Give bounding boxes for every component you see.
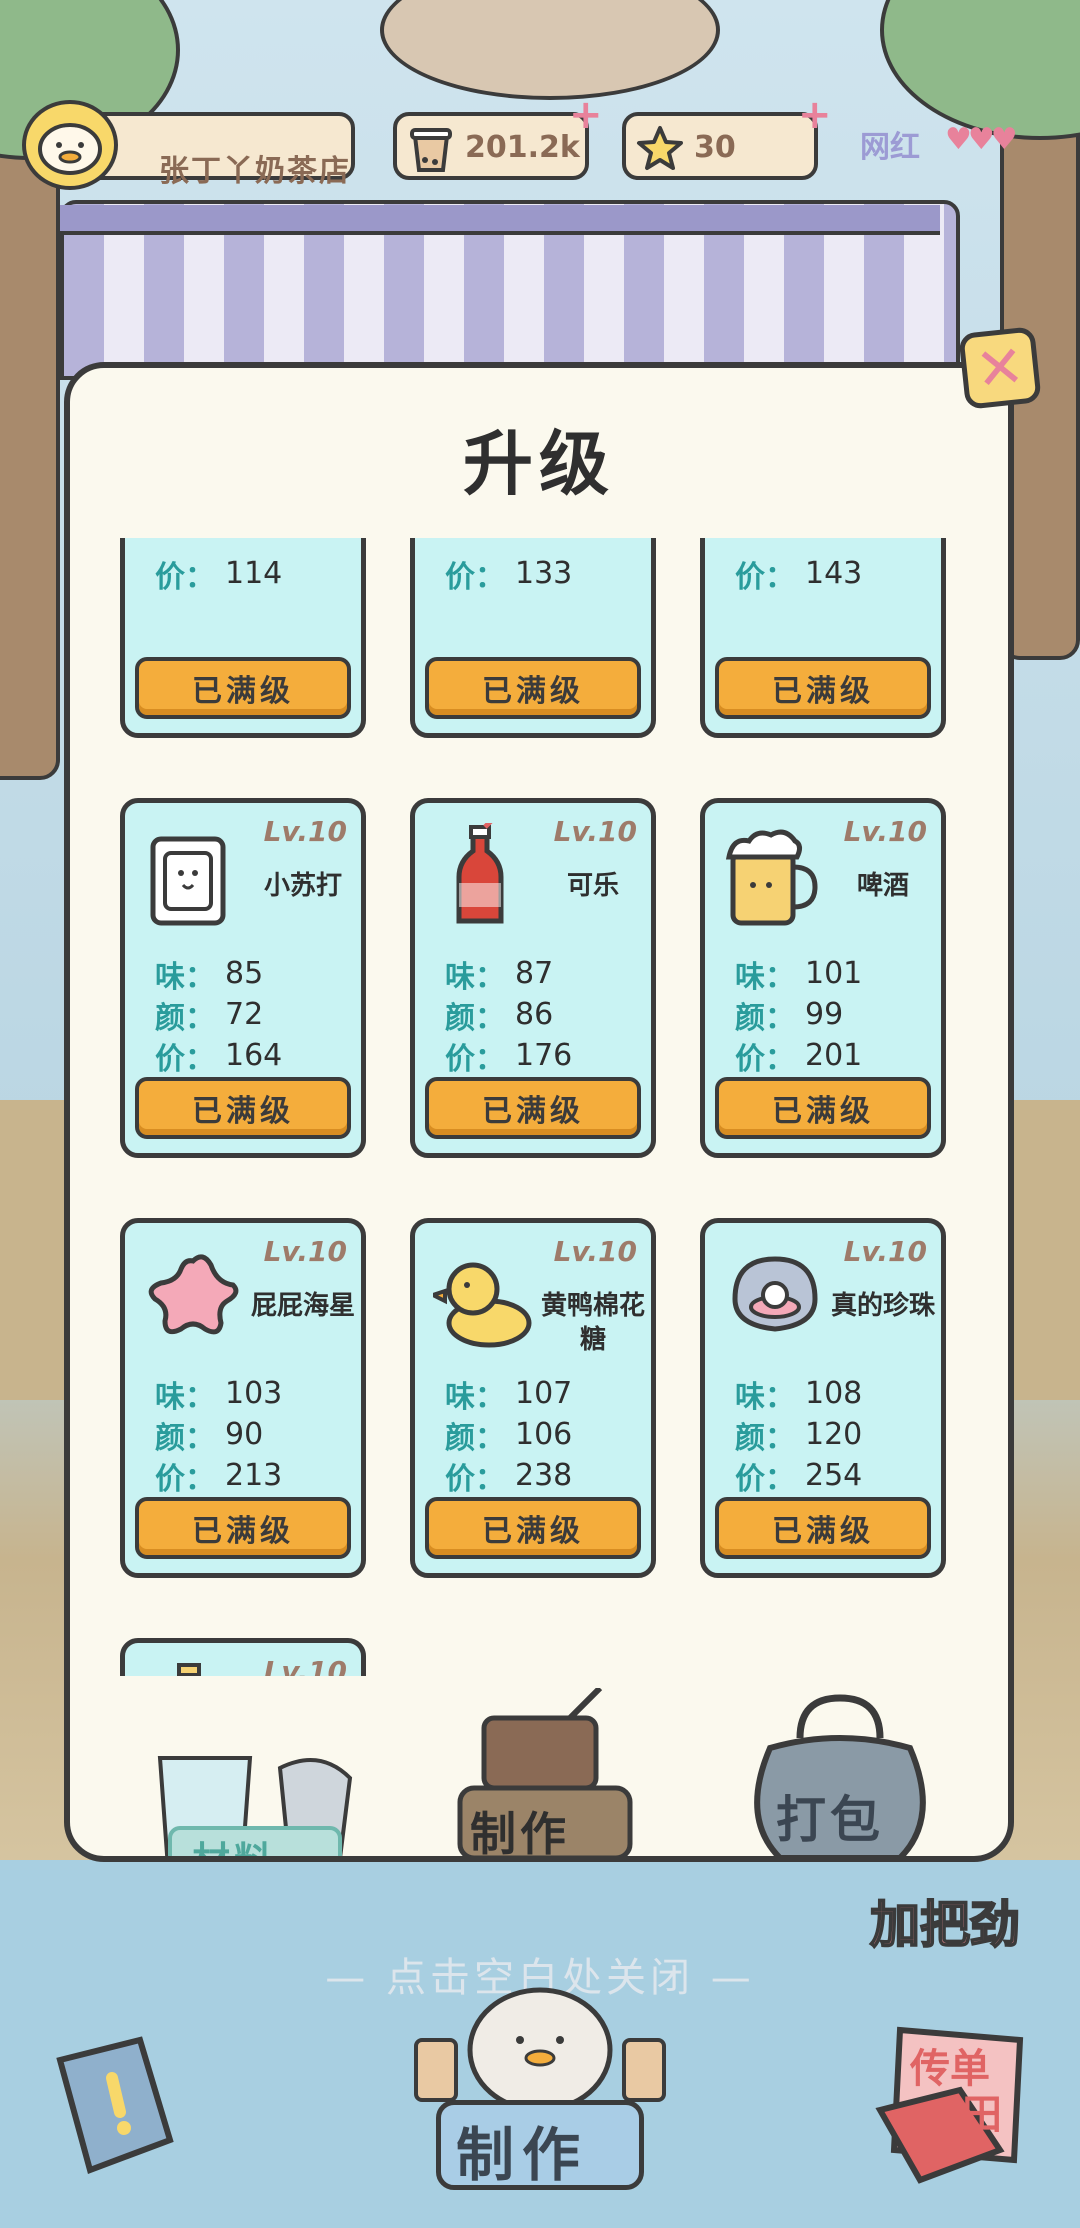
card-name: 可乐 xyxy=(566,871,619,901)
fame-label: 网红 xyxy=(860,130,920,165)
shop-name: 张丁丫奶茶店 xyxy=(159,154,351,189)
card-name: 屁屁海星 xyxy=(250,1291,355,1321)
top-bar: 张丁丫奶茶店 201.2k + 30 + 网红 ♥♥♥ xyxy=(0,95,1080,190)
tab-pack-label: 打包 xyxy=(776,1791,884,1849)
card-level: Lv.10 xyxy=(263,1655,347,1676)
beer-mug-icon xyxy=(723,823,823,933)
upgrade-card-bule: Lv.10 不乐 xyxy=(120,1638,366,1676)
stat-price: 价： 254 xyxy=(735,1458,863,1497)
make-nav-label: 制作 xyxy=(456,2121,589,2189)
baking-soda-icon xyxy=(143,823,243,933)
stat-price: 价： 176 xyxy=(445,1038,573,1077)
card-name: 啤酒 xyxy=(856,871,909,901)
stat-price: 价： 201 xyxy=(735,1038,863,1077)
stat-price: 价： 164 xyxy=(155,1038,283,1077)
stat-looks: 颜： 72 xyxy=(155,997,264,1036)
max-level-button[interactable]: 已满级 xyxy=(715,1077,931,1139)
jiayou-label: 加把劲 xyxy=(869,1895,1021,1955)
shop-avatar[interactable] xyxy=(22,100,118,190)
tea-currency-value: 201.2k xyxy=(465,130,580,165)
upgrade-card-cola: Lv.10 可乐 味： 87 颜： 86 价： 176 已满级 xyxy=(410,798,656,1158)
flyer-button[interactable]: 传单 田 xyxy=(870,2020,1040,2190)
stat-taste: 味： 101 xyxy=(735,956,863,995)
max-level-button[interactable]: 已满级 xyxy=(425,1077,641,1139)
stat-taste: 味： 85 xyxy=(155,956,264,995)
tab-pack[interactable]: 打包 xyxy=(740,1688,940,1856)
upgrade-grid-scroll[interactable]: 价： 114 已满级 价： 133 已满级 价： 143 已满级 Lv.10 小苏打 … xyxy=(120,538,970,1676)
tea-currency-pill[interactable]: 201.2k + xyxy=(393,95,603,180)
close-icon[interactable]: ✕ xyxy=(958,326,1042,410)
card-level: Lv.10 xyxy=(843,815,927,848)
card-level: Lv.10 xyxy=(553,1235,637,1268)
pearl-shell-icon xyxy=(723,1243,823,1353)
add-tea-icon[interactable]: + xyxy=(569,95,603,135)
upgrade-card-starfish: Lv.10 屁屁海星 味： 103 颜： 90 价： 213 已满级 xyxy=(120,1218,366,1578)
star-currency-pill[interactable]: 30 + xyxy=(622,95,832,180)
upgrade-card-beer: Lv.10 啤酒 味： 101 颜： 99 价： 201 已满级 xyxy=(700,798,946,1158)
duck-marshmallow-icon xyxy=(427,1243,533,1353)
starfish-icon xyxy=(143,1243,243,1353)
upgrade-card: 价： 114 已满级 xyxy=(120,538,366,738)
tab-materials[interactable]: 材料 xyxy=(140,1738,380,1862)
stat-looks: 颜： 99 xyxy=(735,997,844,1036)
stat-price: 价： 133 xyxy=(445,556,573,595)
max-level-button[interactable]: 已满级 xyxy=(715,657,931,719)
stat-looks: 颜： 90 xyxy=(155,1417,264,1456)
card-name: 真的珍珠 xyxy=(830,1291,935,1321)
upgrade-card: 价： 143 已满级 xyxy=(700,538,946,738)
quest-book-button[interactable] xyxy=(40,2030,190,2180)
stat-taste: 味： 103 xyxy=(155,1376,283,1415)
tab-materials-label: 材料 xyxy=(192,1839,277,1862)
stat-price: 价： 114 xyxy=(155,556,283,595)
upgrade-card-baking-soda: Lv.10 小苏打 味： 85 颜： 72 价： 164 已满级 xyxy=(120,798,366,1158)
card-name: 黄鸭棉花糖 xyxy=(540,1291,645,1355)
upgrade-card-duck-marshmallow: Lv.10 黄鸭棉花糖 味： 107 颜： 106 价： 238 已满级 xyxy=(410,1218,656,1578)
chef-character-icon xyxy=(414,1987,666,2113)
shop-roof xyxy=(380,0,720,100)
stat-taste: 味： 87 xyxy=(445,956,554,995)
modal-title: 升级 xyxy=(463,423,615,505)
stat-taste: 味： 107 xyxy=(445,1376,573,1415)
upgrade-card: 价： 133 已满级 xyxy=(410,538,656,738)
stat-looks: 颜： 86 xyxy=(445,997,554,1036)
upgrade-modal: 升级 价： 114 已满级 价： 133 已满级 价： 143 已满级 Lv.10 xyxy=(64,362,1014,1862)
star-currency-value: 30 xyxy=(694,130,736,165)
card-level: Lv.10 xyxy=(263,815,347,848)
flyer-label-2: 田 xyxy=(962,2092,1002,2138)
exclamation-book-icon xyxy=(56,2036,174,2174)
upgrade-card-pearl: Lv.10 真的珍珠 味： 108 颜： 120 价： 254 已满级 xyxy=(700,1218,946,1578)
cola-bottle-icon xyxy=(433,815,533,933)
max-level-button[interactable]: 已满级 xyxy=(425,1497,641,1559)
soda-bottle-icon xyxy=(143,1663,243,1676)
star-icon xyxy=(632,120,688,176)
stat-taste: 味： 108 xyxy=(735,1376,863,1415)
max-level-button[interactable]: 已满级 xyxy=(135,1077,351,1139)
max-level-button[interactable]: 已满级 xyxy=(715,1497,931,1559)
stat-price: 价： 238 xyxy=(445,1458,573,1497)
milk-tea-icon xyxy=(403,120,459,176)
card-name: 小苏打 xyxy=(263,871,342,901)
shop-awning-top xyxy=(60,205,940,235)
stat-looks: 颜： 106 xyxy=(445,1417,573,1456)
fame-hearts-icon: ♥♥♥ xyxy=(945,122,1018,157)
duck-face-icon xyxy=(38,123,102,175)
make-nav-button[interactable]: 制作 xyxy=(410,1970,670,2210)
add-star-icon[interactable]: + xyxy=(798,95,832,135)
tab-make-label: 制作 xyxy=(470,1807,570,1861)
tab-make[interactable]: 制作 xyxy=(450,1685,640,1861)
card-level: Lv.10 xyxy=(843,1235,927,1268)
stat-price: 价： 213 xyxy=(155,1458,283,1497)
max-level-button[interactable]: 已满级 xyxy=(135,657,351,719)
stat-price: 价： 143 xyxy=(735,556,863,595)
stat-looks: 颜： 120 xyxy=(735,1417,863,1456)
card-level: Lv.10 xyxy=(553,815,637,848)
max-level-button[interactable]: 已满级 xyxy=(425,657,641,719)
max-level-button[interactable]: 已满级 xyxy=(135,1497,351,1559)
card-level: Lv.10 xyxy=(263,1235,347,1268)
